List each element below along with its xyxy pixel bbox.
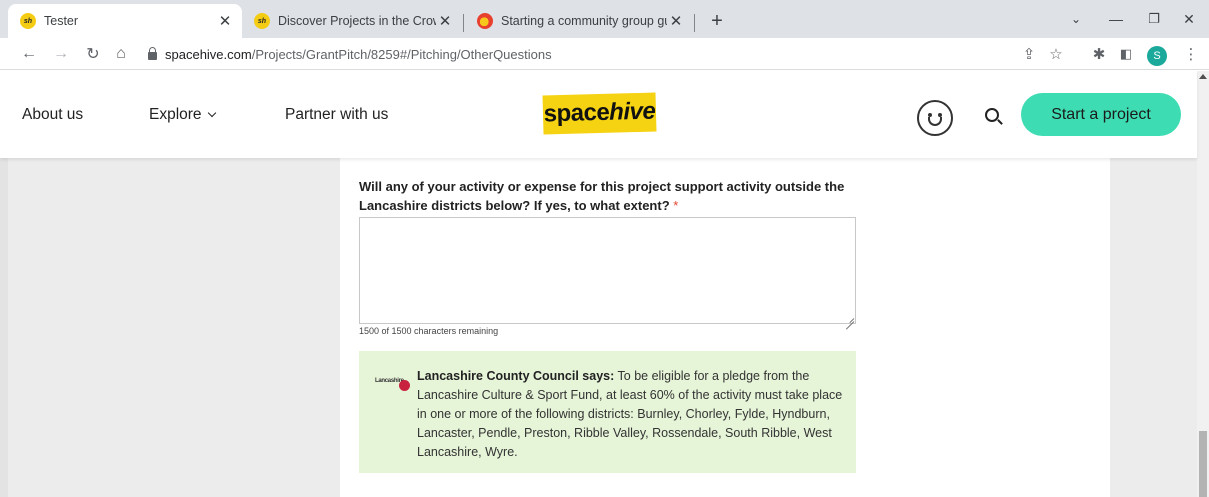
browser-tab-community-guide[interactable]: Starting a community group guid ✕: [465, 4, 693, 38]
forward-arrow-icon[interactable]: →: [50, 43, 72, 65]
close-window-icon[interactable]: ✕: [1174, 8, 1204, 30]
new-tab-button[interactable]: +: [705, 10, 729, 34]
side-panel-icon[interactable]: ◧: [1115, 43, 1137, 65]
smiley-mouth: [928, 117, 942, 126]
tab-search-chevron-icon[interactable]: ⌄: [1061, 8, 1091, 30]
question-text: Will any of your activity or expense for…: [359, 179, 845, 213]
logo-text-plain: space: [543, 98, 610, 128]
browser-menu-icon[interactable]: ⋮: [1180, 43, 1202, 65]
scroll-up-arrow-icon[interactable]: [1199, 74, 1207, 79]
logo-text-italic: hive: [608, 97, 656, 126]
chevron-down-icon: [207, 108, 216, 118]
browser-tab-strip: sh Tester ✕ sh Discover Projects in the …: [0, 0, 1209, 38]
url-path: /Projects/GrantPitch/8259#/Pitching/Othe…: [251, 46, 552, 62]
user-avatar-smiley-icon[interactable]: [917, 100, 953, 136]
nav-about-us[interactable]: About us: [22, 106, 83, 124]
resize-grip-icon[interactable]: [845, 313, 854, 322]
tab-title: Discover Projects in the Crowdfu: [278, 14, 436, 28]
close-tab-icon[interactable]: ✕: [667, 12, 685, 30]
profile-avatar[interactable]: S: [1147, 46, 1167, 66]
question-label: Will any of your activity or expense for…: [359, 177, 859, 215]
nav-partner-with-us[interactable]: Partner with us: [285, 106, 388, 124]
answer-textarea[interactable]: [359, 217, 856, 324]
tab-title: Starting a community group guid: [501, 14, 667, 28]
restore-window-icon[interactable]: ❐: [1139, 8, 1169, 30]
required-asterisk: *: [673, 198, 679, 213]
community-guide-favicon-icon: [477, 13, 493, 29]
close-tab-icon[interactable]: ✕: [436, 12, 454, 30]
extensions-puzzle-icon[interactable]: ✱: [1088, 43, 1110, 65]
notice-text: Lancashire County Council says: To be el…: [417, 367, 847, 462]
home-icon[interactable]: ⌂: [110, 43, 132, 65]
back-arrow-icon[interactable]: ←: [18, 43, 40, 65]
lock-icon: [148, 46, 157, 60]
tab-separator: [463, 14, 464, 32]
url-host: spacehive.com: [165, 46, 252, 62]
site-header: About us Explore Partner with us spacehi…: [0, 71, 1197, 158]
nav-explore[interactable]: Explore: [149, 106, 216, 124]
notice-speaker: Lancashire County Council says:: [417, 369, 615, 383]
browser-tab-discover[interactable]: sh Discover Projects in the Crowdfu ✕: [242, 4, 462, 38]
share-icon[interactable]: ⇪: [1018, 43, 1040, 65]
search-icon-handle: [997, 119, 1003, 125]
council-notice: Lancashire Lancashire County Council say…: [359, 351, 856, 473]
nav-explore-label: Explore: [149, 106, 202, 123]
left-edge-strip: [0, 158, 8, 497]
lancashire-council-logo: Lancashire: [375, 377, 410, 395]
red-rose-icon: [399, 380, 410, 391]
character-count: 1500 of 1500 characters remaining: [359, 326, 499, 336]
scrollbar-thumb[interactable]: [1199, 431, 1207, 497]
start-a-project-button[interactable]: Start a project: [1021, 93, 1181, 136]
address-bar[interactable]: spacehive.com/Projects/GrantPitch/8259#/…: [140, 41, 1010, 67]
search-icon[interactable]: [985, 108, 1005, 128]
bookmark-star-icon[interactable]: ☆: [1045, 43, 1067, 65]
spacehive-logo[interactable]: spacehive: [542, 92, 657, 135]
tab-separator: [694, 14, 695, 32]
spacehive-favicon-icon: sh: [254, 13, 270, 29]
browser-tab-tester[interactable]: sh Tester ✕: [8, 4, 242, 38]
tab-title: Tester: [44, 14, 79, 28]
reload-icon[interactable]: ↻: [82, 43, 104, 65]
close-tab-icon[interactable]: ✕: [216, 12, 234, 30]
minimize-window-icon[interactable]: —: [1101, 8, 1131, 30]
browser-toolbar: ← → ↻ ⌂ spacehive.com/Projects/GrantPitc…: [0, 38, 1209, 70]
spacehive-favicon-icon: sh: [20, 13, 36, 29]
